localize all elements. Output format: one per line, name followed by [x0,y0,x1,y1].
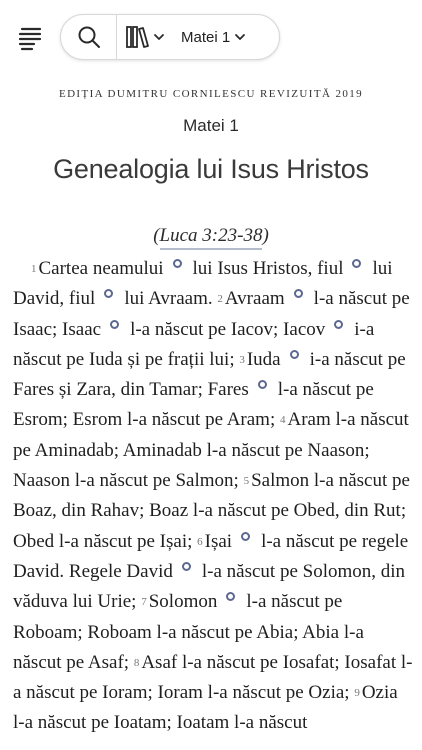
cross-reference: (Luca 3:23-38) [0,225,422,250]
version-selector-button[interactable] [117,15,173,59]
note-marker-icon[interactable] [241,531,251,541]
top-toolbar: Matei 1 [0,0,422,78]
verse-number[interactable]: 9 [354,687,360,699]
note-marker-icon[interactable] [181,561,191,571]
chapter-label: Matei 1 [181,28,231,46]
verse-text: lui Isus Hristos, fiul [192,258,344,279]
verse-number[interactable]: 8 [134,657,140,669]
note-marker-icon[interactable] [104,289,114,299]
note-marker-icon[interactable] [257,380,267,390]
note-marker-icon[interactable] [352,259,362,268]
menu-button[interactable] [14,22,46,54]
note-marker-icon[interactable] [172,259,182,268]
note-marker-icon[interactable] [289,349,299,359]
verse-number[interactable]: 4 [280,414,286,426]
section-title: Genealogia lui Isus Hristos [53,154,369,184]
chapter-selector-button[interactable]: Matei 1 [173,15,279,59]
verse-number[interactable]: 3 [239,354,245,366]
books-icon [126,26,149,48]
search-button[interactable] [61,15,117,59]
chapter-text: 1 Cartea neamului lui Isus Hristos, fiul lu… [13,254,413,739]
note-marker-icon[interactable] [293,289,303,299]
verse-number[interactable]: 6 [197,536,203,548]
verse-text: Iuda [246,348,281,370]
verse-text: Avraam [224,288,285,310]
crossref-open-paren: ( [153,225,160,246]
verse-text: l-a născut pe Iacov; Iacov [130,318,326,340]
note-marker-icon[interactable] [226,592,236,602]
verse-number[interactable]: 2 [217,293,223,305]
note-marker-icon[interactable] [110,319,120,329]
crossref-close-paren: ) [262,225,269,246]
verse-text: Cartea neamului [38,258,164,279]
note-marker-icon[interactable] [334,319,344,329]
verse-number[interactable]: 5 [244,475,250,487]
book-chapter-heading: Matei 1 [183,116,239,135]
menu-lines-icon [18,27,42,51]
chevron-down-icon [154,34,164,40]
verse-text: Ișai [204,530,233,552]
verse-text: Solomon [148,591,218,613]
chevron-down-icon [235,34,246,40]
verse-number[interactable]: 7 [141,596,147,608]
edition-title: EDIȚIA DUMITRU CORNILESCU REVIZUITĂ 2019 [58,88,364,100]
verse-text: lui Avraam. [124,288,213,310]
navigation-pill: Matei 1 [60,14,280,60]
crossref-link[interactable]: Luca 3:23-38 [159,225,263,250]
search-icon [78,26,100,48]
verse-number[interactable]: 1 [31,263,37,275]
